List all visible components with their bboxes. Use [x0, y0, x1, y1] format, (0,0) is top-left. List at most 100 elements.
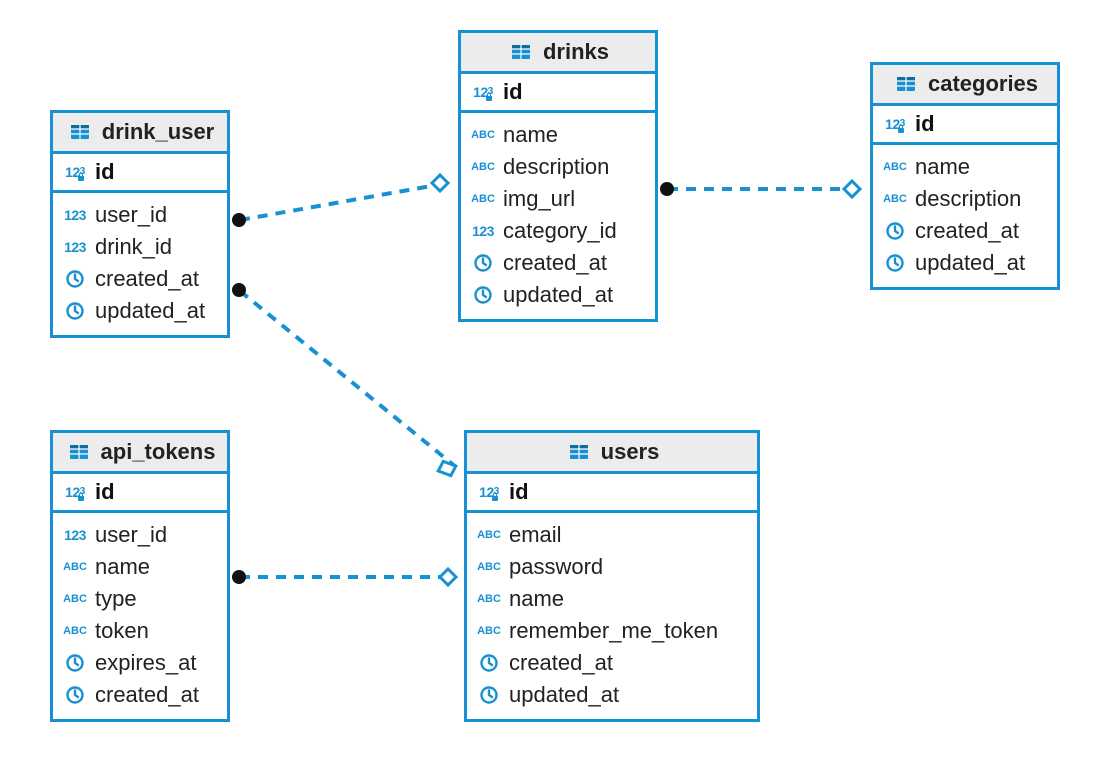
string-type-icon: ABC [61, 588, 89, 610]
pk-name: id [95, 159, 115, 185]
column-row: ABC description [881, 183, 1047, 215]
endpoint-diamond [844, 181, 860, 197]
timestamp-type-icon [469, 252, 497, 274]
pk-int-icon: 123 [881, 113, 909, 135]
pk-name: id [915, 111, 935, 137]
column-row: 123category_id [469, 215, 645, 247]
entity-table-api_tokens: api_tokens 123 id 123 user_id ABC name ABC ty… [50, 430, 230, 722]
column-row: ABC name [61, 551, 217, 583]
table-icon [507, 41, 535, 63]
column-row: 123user_id [61, 199, 217, 231]
string-type-icon: ABC [61, 556, 89, 578]
column-name: name [915, 154, 970, 180]
endpoint-dot [232, 570, 246, 584]
column-row: updated_at [881, 247, 1047, 279]
column-name: password [509, 554, 603, 580]
timestamp-type-icon [475, 652, 503, 674]
table-header: users [467, 433, 757, 474]
table-header: categories [873, 65, 1057, 106]
table-header: api_tokens [53, 433, 227, 474]
pk-int-icon: 123 [61, 481, 89, 503]
table-columns: 123user_id123drink_idcreated_atupdated_a… [53, 193, 227, 335]
int-type-icon: 123 [469, 220, 497, 242]
table-title: api_tokens [101, 439, 216, 465]
endpoint-dot [232, 283, 246, 297]
rel-drinkuser-users [240, 291, 456, 467]
pk-int-icon: 123 [469, 81, 497, 103]
table-title: drinks [543, 39, 609, 65]
column-name: description [915, 186, 1021, 212]
column-name: created_at [95, 266, 199, 292]
string-type-icon: ABC [475, 620, 503, 642]
column-name: drink_id [95, 234, 172, 260]
table-header: drink_user [53, 113, 227, 154]
primary-key-row: 123 id [461, 74, 655, 113]
column-name: updated_at [503, 282, 613, 308]
column-name: user_id [95, 202, 167, 228]
column-name: updated_at [915, 250, 1025, 276]
column-name: type [95, 586, 137, 612]
endpoint-dot [660, 182, 674, 196]
column-row: ABC remember_me_token [475, 615, 747, 647]
column-name: created_at [915, 218, 1019, 244]
column-name: token [95, 618, 149, 644]
string-type-icon: ABC [469, 188, 497, 210]
column-row: updated_at [61, 295, 217, 327]
table-title: drink_user [102, 119, 215, 145]
column-row: created_at [469, 247, 645, 279]
column-name: created_at [509, 650, 613, 676]
table-columns: ABCnameABCdescriptionABCimg_url123catego… [461, 113, 655, 319]
entity-table-drink_user: drink_user 123 id 123user_id123drink_idc… [50, 110, 230, 338]
column-row: updated_at [469, 279, 645, 311]
column-name: name [509, 586, 564, 612]
endpoint-diamond [437, 460, 456, 477]
table-icon [65, 441, 93, 463]
column-row: created_at [475, 647, 747, 679]
endpoint-diamond [432, 175, 448, 191]
entity-table-categories: categories 123 id ABC name ABC description c… [870, 62, 1060, 290]
table-title: users [601, 439, 660, 465]
column-row: ABC type [61, 583, 217, 615]
column-row: created_at [61, 679, 217, 711]
column-name: updated_at [509, 682, 619, 708]
primary-key-row: 123 id [53, 154, 227, 193]
table-columns: ABCemailABCpasswordABCnameABCremember_me… [467, 513, 757, 719]
pk-name: id [503, 79, 523, 105]
string-type-icon: ABC [469, 124, 497, 146]
primary-key-row: 123 id [467, 474, 757, 513]
column-name: email [509, 522, 562, 548]
string-type-icon: ABC [469, 156, 497, 178]
timestamp-type-icon [475, 684, 503, 706]
string-type-icon: ABC [881, 156, 909, 178]
endpoint-dot [232, 213, 246, 227]
table-columns: 123 user_id ABC name ABC type ABC token expires_… [53, 513, 227, 719]
column-name: user_id [95, 522, 167, 548]
column-row: created_at [61, 263, 217, 295]
timestamp-type-icon [881, 252, 909, 274]
int-type-icon: 123 [61, 524, 89, 546]
column-name: name [95, 554, 150, 580]
string-type-icon: ABC [881, 188, 909, 210]
timestamp-type-icon [61, 652, 89, 674]
column-name: remember_me_token [509, 618, 718, 644]
string-type-icon: ABC [61, 620, 89, 642]
timestamp-type-icon [61, 684, 89, 706]
column-row: ABCname [475, 583, 747, 615]
pk-int-icon: 123 [475, 481, 503, 503]
primary-key-row: 123 id [873, 106, 1057, 145]
timestamp-type-icon [881, 220, 909, 242]
pk-name: id [509, 479, 529, 505]
column-row: ABC name [469, 119, 645, 151]
table-columns: ABC name ABC description created_at updated_a… [873, 145, 1057, 287]
column-name: created_at [503, 250, 607, 276]
table-icon [892, 73, 920, 95]
column-name: expires_at [95, 650, 197, 676]
entity-table-users: users 123 id ABCemailABCpasswordABCnameA… [464, 430, 760, 722]
column-name: created_at [95, 682, 199, 708]
timestamp-type-icon [61, 268, 89, 290]
column-name: name [503, 122, 558, 148]
column-row: updated_at [475, 679, 747, 711]
pk-name: id [95, 479, 115, 505]
endpoint-diamond [440, 569, 456, 585]
column-row: 123 user_id [61, 519, 217, 551]
